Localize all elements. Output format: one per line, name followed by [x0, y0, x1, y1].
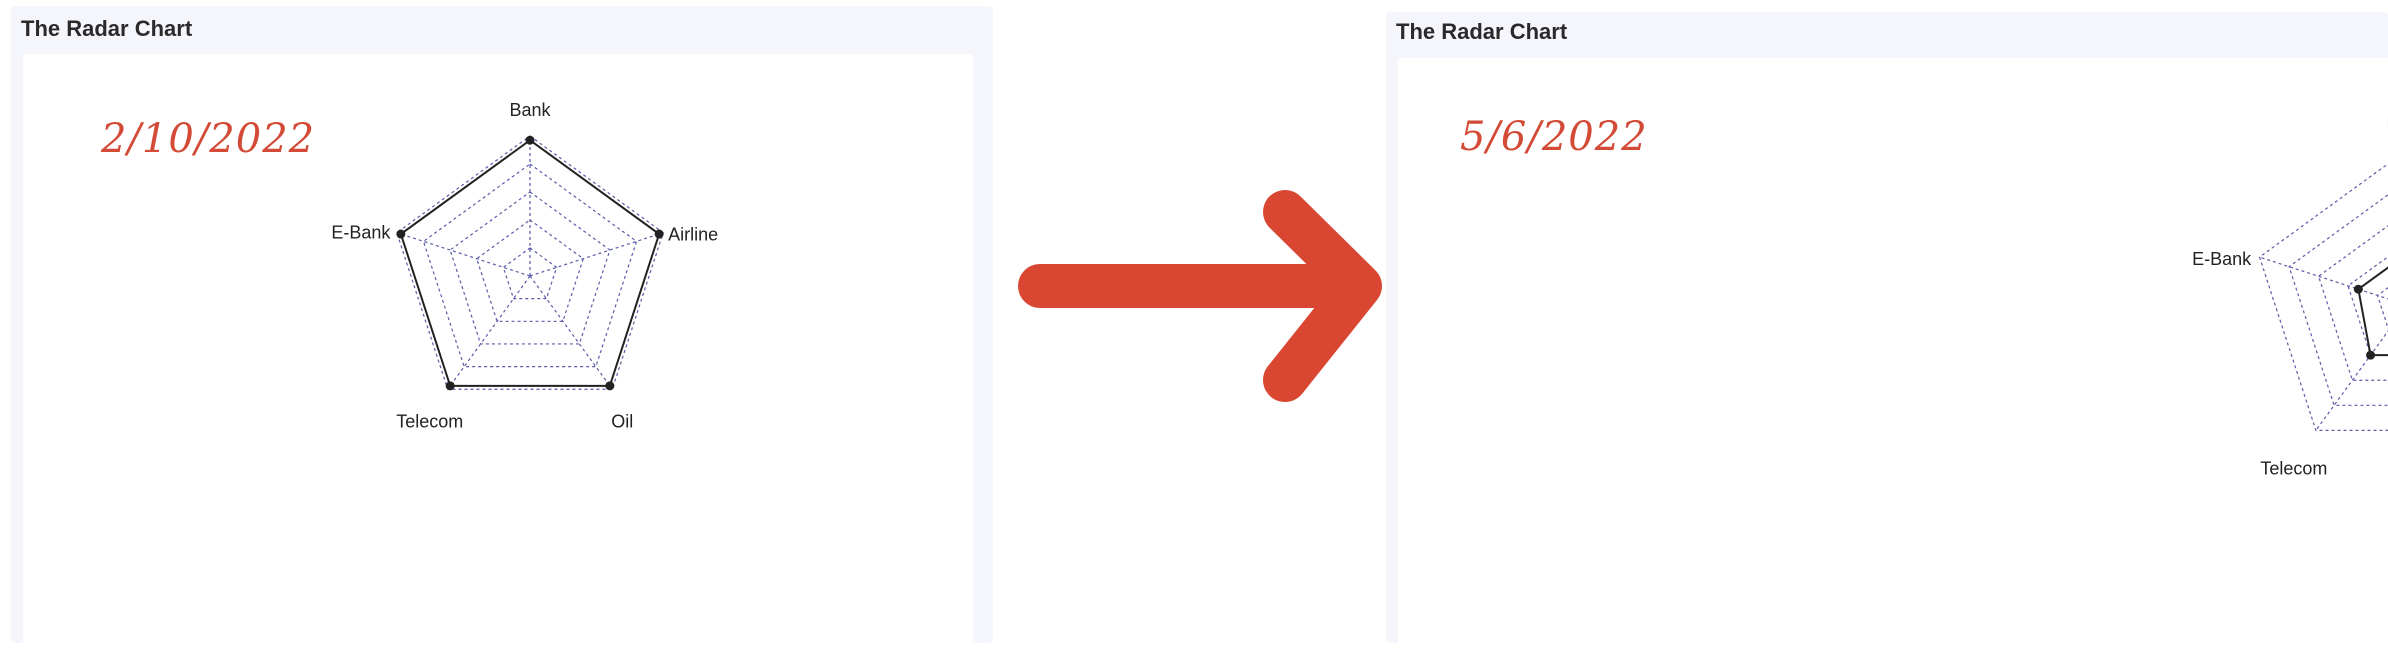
data-point-bank [525, 135, 535, 145]
axis-spoke [396, 232, 531, 277]
axis-label-telecom: Telecom [2260, 458, 2327, 478]
grid-ring [2288, 194, 2388, 406]
chart-panel-right: The Radar Chart 5/6/2022 BankAirlineOilT… [1386, 12, 2388, 643]
data-point-telecom [2366, 350, 2376, 360]
axis-label-airline: Airline [668, 225, 718, 245]
series-polygon [2357, 266, 2388, 357]
grid-ring [476, 219, 584, 322]
axis-label-telecom: Telecom [396, 411, 463, 431]
axis-spoke [447, 275, 531, 390]
panel-title: The Radar Chart [21, 16, 193, 41]
data-point-airline [654, 229, 664, 239]
panel-title: The Radar Chart [1396, 19, 1568, 44]
axis-spoke [529, 232, 664, 277]
radar-chart-before: Bank Airline Oil Telecom E-Bank [331, 100, 718, 431]
data-point-e-bank [2353, 284, 2363, 294]
axis-label-e-bank: E-Bank [331, 223, 391, 243]
axis-spoke [2315, 330, 2388, 431]
chart-canvas: 2/10/2022 Bank Airline Oil Telecom E-Bank [23, 54, 973, 643]
radar-chart-after: BankAirlineOilTelecomE-Bank [2192, 112, 2388, 478]
axis-label-e-bank: E-Bank [2192, 249, 2252, 269]
grid-ring [2376, 287, 2388, 330]
data-point-e-bank [396, 229, 406, 239]
axis-spoke [529, 275, 613, 390]
axis-label-oil: Oil [611, 411, 633, 431]
grid-ring [2258, 163, 2388, 431]
axis-label-bank: Bank [509, 100, 551, 120]
data-point-telecom [445, 381, 455, 391]
data-point-oil [605, 381, 615, 391]
right-arrow-icon [1018, 190, 1382, 402]
chart-canvas: 5/6/2022 BankAirlineOilTelecomE-Bank [1398, 58, 2388, 643]
chart-panel-left: The Radar Chart 2/10/2022 Bank Airline Oil… [11, 6, 993, 643]
